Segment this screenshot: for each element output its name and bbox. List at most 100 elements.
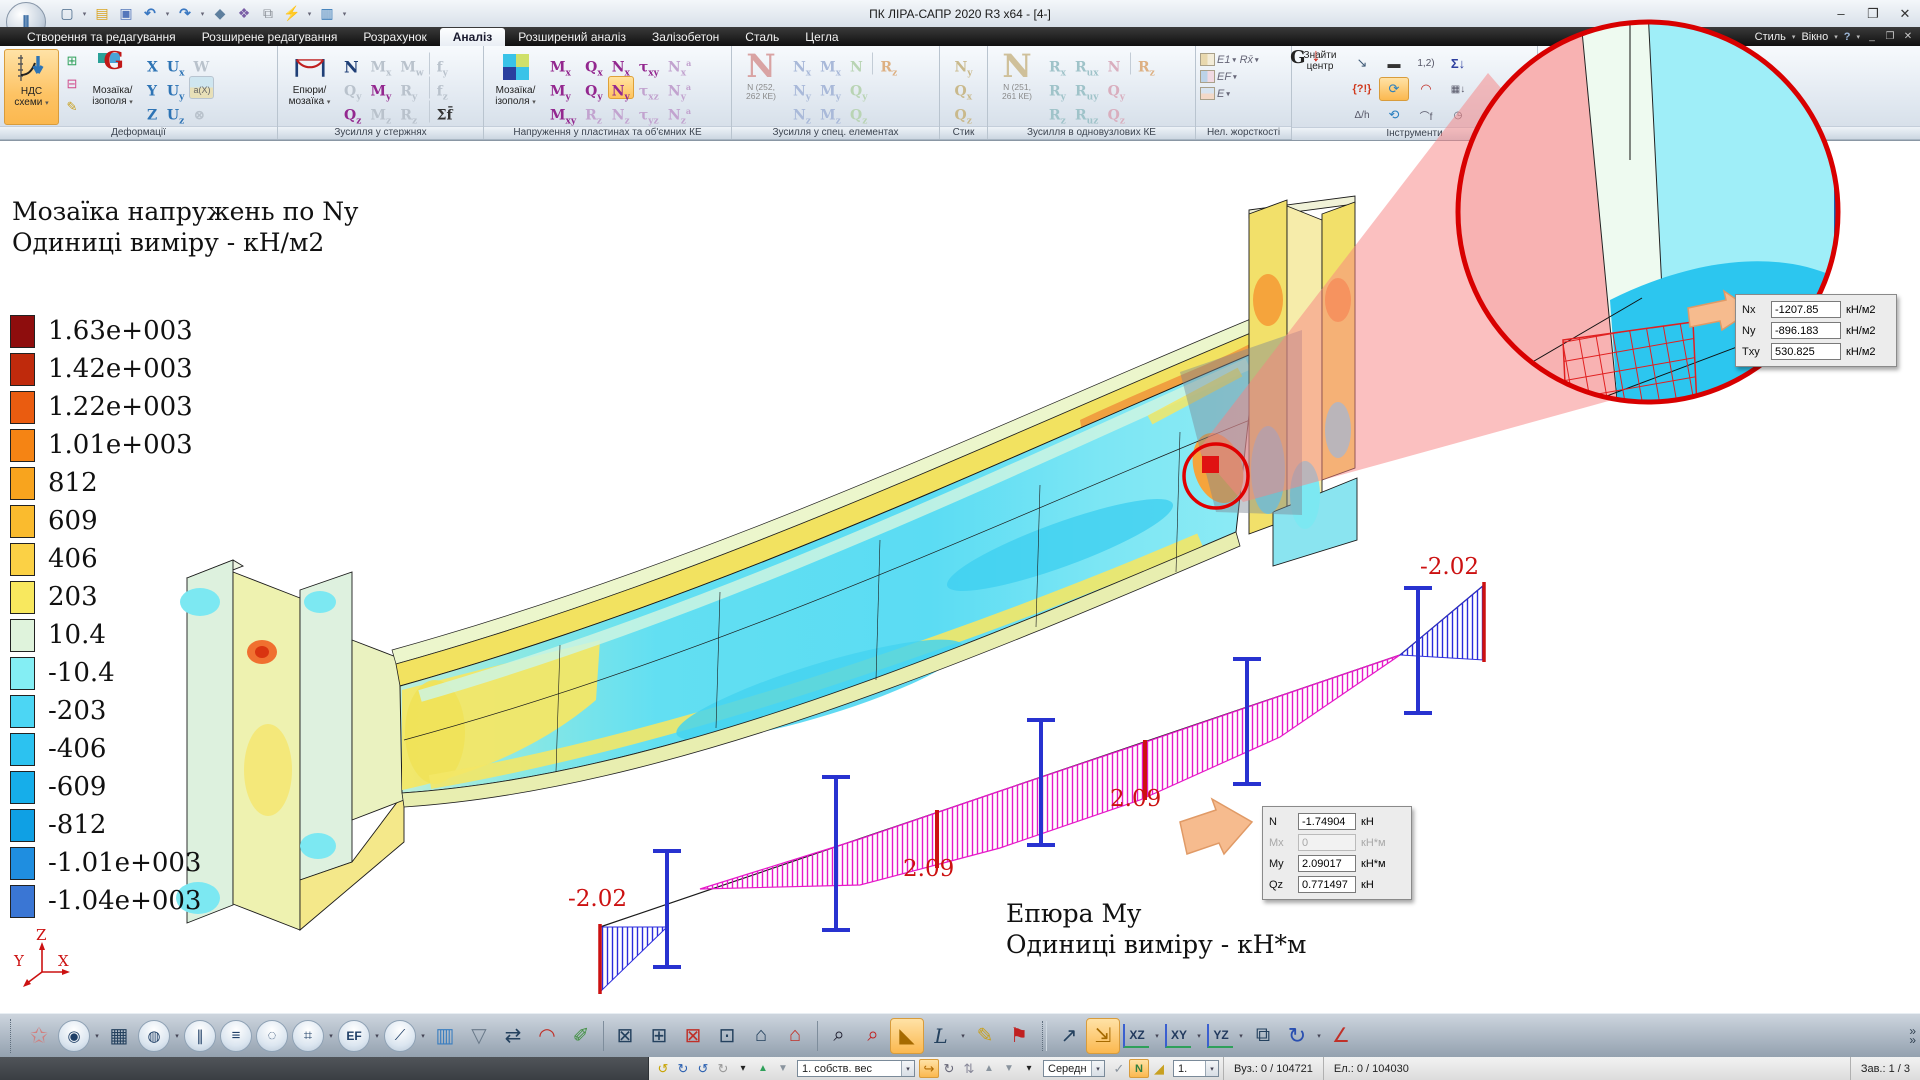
deform-x[interactable]: X xyxy=(143,52,162,76)
node-cursor-icon[interactable]: ↪ xyxy=(919,1059,939,1078)
rod-fz[interactable]: fz xyxy=(428,76,457,102)
restore-fragment-icon[interactable]: ⊠ xyxy=(676,1018,710,1054)
deform-ax[interactable]: a(X) xyxy=(189,76,215,99)
book-icon[interactable]: ❖ xyxy=(233,4,255,24)
ribbon-tab[interactable]: Цегла xyxy=(792,28,851,46)
fragment-axes-icon[interactable]: ⊞ xyxy=(642,1018,676,1054)
new-document-icon[interactable]: ▢ xyxy=(56,4,78,24)
deform-uz[interactable]: Uz xyxy=(163,100,189,127)
single-node-force-button[interactable]: Qz xyxy=(1104,100,1129,127)
vertical-elements-icon[interactable]: ∥ xyxy=(184,1019,216,1052)
close-button[interactable]: ✕ xyxy=(1896,6,1914,22)
plate-nz[interactable]: Nz xyxy=(608,100,634,127)
loadcase-down-icon[interactable]: ▼ xyxy=(773,1059,793,1078)
view-xy-icon[interactable]: XY xyxy=(1165,1023,1191,1048)
plate-txy[interactable]: τxy xyxy=(635,52,663,79)
single-node-force-button[interactable]: Qy xyxy=(1104,76,1129,103)
frame-green-icon[interactable]: ⊞ xyxy=(62,51,82,71)
rod-mz[interactable]: Mz xyxy=(366,100,395,127)
single-node-force-button[interactable]: Ruy xyxy=(1071,76,1103,103)
prev-icon[interactable]: ▲ xyxy=(979,1059,999,1078)
plate-mx[interactable]: Mx xyxy=(546,52,580,79)
help-menu[interactable]: ? xyxy=(1844,31,1851,43)
history-back-icon[interactable]: ↺ xyxy=(653,1059,673,1078)
deform-ux[interactable]: Ux xyxy=(163,52,189,79)
single-node-force-button[interactable]: Rz xyxy=(1130,52,1159,78)
delta-hs-icon[interactable]: Δ/h xyxy=(1347,103,1377,127)
mdi-close-button[interactable]: ✕ xyxy=(1902,31,1914,42)
element-select-icon[interactable]: ◍ xyxy=(138,1019,170,1052)
arch-frame-icon[interactable]: ◠ xyxy=(530,1018,564,1054)
special-force-button[interactable]: Mx xyxy=(816,52,845,79)
plate-rz[interactable]: Rz xyxy=(581,100,607,127)
ramp-icon[interactable]: ◢ xyxy=(1149,1059,1169,1078)
frame-pink-icon[interactable]: ⊟ xyxy=(62,74,82,94)
ribbon-tab[interactable]: Створення та редагування xyxy=(14,28,189,46)
plate-qx[interactable]: Qx xyxy=(581,52,607,79)
circle-select-icon[interactable]: ◌ xyxy=(256,1019,288,1052)
joint-force-button[interactable]: Qx xyxy=(950,76,976,103)
ribbon-tab[interactable]: Аналіз xyxy=(439,28,506,46)
result-bars-icon[interactable]: ▥ xyxy=(316,4,338,24)
toolbar-grip[interactable] xyxy=(10,1018,16,1053)
loadcase-combo[interactable]: 1. собств. вес ▾ xyxy=(797,1060,915,1077)
edit-ruler-icon[interactable]: ✎ xyxy=(62,97,82,117)
joint-force-button[interactable]: Ny xyxy=(950,52,976,79)
zoom-icon[interactable]: ⌕ xyxy=(822,1018,856,1054)
quick-launch-icon[interactable]: ⚡ xyxy=(281,4,303,24)
paint-selection-icon[interactable]: ✐ xyxy=(564,1018,598,1054)
section-line-icon[interactable]: ⟋ xyxy=(384,1019,416,1052)
isometry-icon[interactable]: ↗ xyxy=(1052,1018,1086,1054)
pencil-icon[interactable]: ✎ xyxy=(968,1018,1002,1054)
special-force-button[interactable]: Qy xyxy=(846,76,871,103)
flip-selection-icon[interactable]: ⇄ xyxy=(496,1018,530,1054)
plate-txz[interactable]: τxz xyxy=(635,76,663,103)
plate-qy[interactable]: Qy xyxy=(581,76,607,103)
deform-w[interactable]: W xyxy=(189,52,214,76)
average-combo[interactable]: Середн ▾ xyxy=(1043,1060,1105,1077)
horizontal-elements-icon[interactable]: ≡ xyxy=(220,1019,252,1052)
minimize-button[interactable]: – xyxy=(1832,6,1850,21)
red-axes-icon[interactable]: ∠ xyxy=(1324,1018,1358,1054)
e-button[interactable]: E ▾ xyxy=(1200,87,1237,100)
mosaic-load-icon[interactable]: ▦↓ xyxy=(1443,77,1473,101)
rod-qz[interactable]: Qz xyxy=(340,100,365,127)
single-node-n-button[interactable]: N N (251, 261 КЕ) xyxy=(992,49,1042,101)
3d-bars-icon[interactable]: ▥ xyxy=(428,1018,462,1054)
ribbon-tab[interactable]: Сталь xyxy=(732,28,792,46)
rx-button[interactable]: Rx̄ ▾ xyxy=(1240,54,1259,66)
epure-tool-icon[interactable]: ◠ xyxy=(1411,77,1441,101)
rotate-model-icon[interactable]: ↻ xyxy=(1280,1018,1314,1054)
polygon-select-icon[interactable]: ✩ xyxy=(22,1018,56,1054)
frame-red-icon[interactable]: ⌂ xyxy=(778,1018,812,1054)
n-display-icon[interactable]: N xyxy=(1129,1059,1149,1078)
number-combo[interactable]: 1. ▾ xyxy=(1173,1060,1219,1077)
ribbon-tab[interactable]: Розрахунок xyxy=(350,28,439,46)
flashlight-icon[interactable]: ◣ xyxy=(890,1017,924,1054)
updown-icon[interactable]: ⇅ xyxy=(959,1059,979,1078)
ribbon-tab[interactable]: Розширений аналіз xyxy=(505,28,639,46)
open-icon[interactable]: ▤ xyxy=(91,4,113,24)
nds-schemes-button[interactable]: НДС схеми ▾ xyxy=(4,49,59,125)
plate-mosaic-button[interactable]: Мозаїка/ ізополя ▾ xyxy=(488,49,543,125)
single-node-force-button[interactable]: Rz xyxy=(1045,100,1070,127)
ribbon-tab[interactable]: Розширене редагування xyxy=(189,28,351,46)
special-force-button[interactable]: N xyxy=(846,52,871,76)
deform-rot[interactable]: ⊗ xyxy=(189,100,214,124)
zoom-cancel-icon[interactable]: ⌕ xyxy=(856,1018,890,1054)
new-dropdown-icon[interactable]: ▾ xyxy=(80,4,89,24)
plate-ny[interactable]: Ny xyxy=(607,76,634,102)
plane-view-icon[interactable]: ⧉ xyxy=(1246,1018,1280,1054)
undo-icon[interactable]: ↶ xyxy=(139,4,161,24)
e1-button[interactable]: E1 ▾ xyxy=(1200,53,1237,66)
joint-force-button[interactable]: Qz xyxy=(950,100,976,127)
numbering-icon[interactable]: 1,2) xyxy=(1411,51,1441,75)
save-icon[interactable]: ▣ xyxy=(115,4,137,24)
mosaic-isofields-button[interactable]: G Мозаїка/ ізополя ▾ xyxy=(85,49,140,125)
f-arc-icon[interactable]: ⌒f xyxy=(1411,103,1441,127)
special-force-button[interactable]: Rz xyxy=(872,52,901,78)
rod-n[interactable]: N xyxy=(340,52,365,76)
errors-icon[interactable]: {?!} xyxy=(1347,77,1377,101)
rod-qy[interactable]: Qy xyxy=(340,76,365,103)
more-icon[interactable]: ▾ xyxy=(1019,1059,1039,1078)
